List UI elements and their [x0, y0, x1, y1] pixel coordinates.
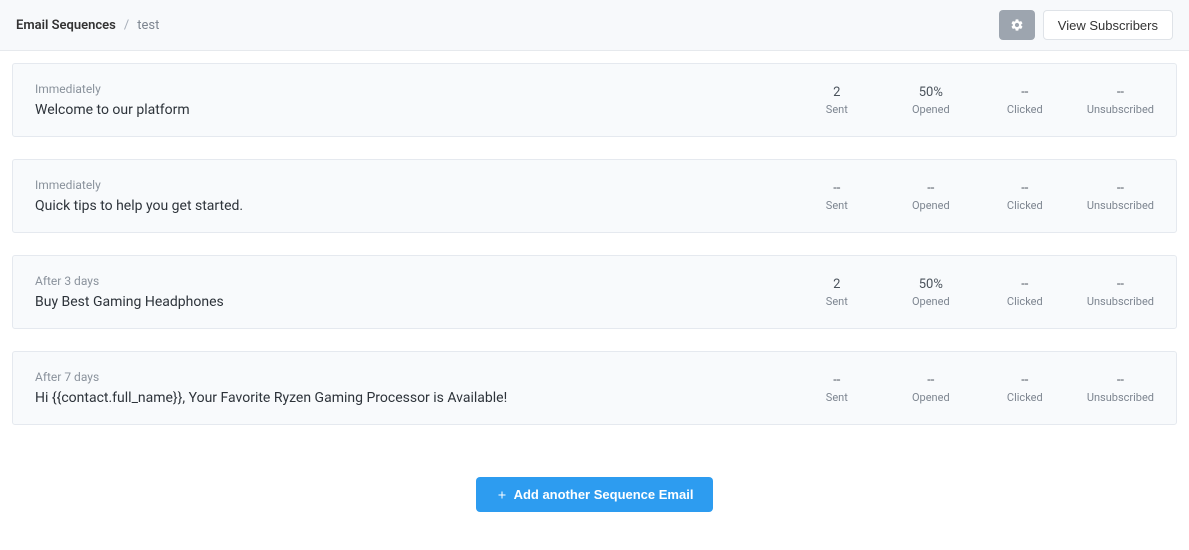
stat-clicked: -- Clicked [993, 85, 1057, 116]
stat-unsubscribed: -- Unsubscribed [1087, 85, 1154, 116]
stat-value: 2 [805, 85, 869, 100]
stat-label: Unsubscribed [1087, 295, 1154, 308]
stat-value: -- [993, 181, 1057, 196]
stat-label: Sent [805, 103, 869, 116]
stat-value: -- [993, 277, 1057, 292]
email-timing: Immediately [35, 82, 805, 96]
sequence-email-card[interactable]: Immediately Welcome to our platform 2 Se… [12, 63, 1177, 137]
header-actions: View Subscribers [999, 10, 1173, 40]
stat-value: -- [993, 85, 1057, 100]
stat-opened: -- Opened [899, 373, 963, 404]
stat-label: Unsubscribed [1087, 199, 1154, 212]
stat-value: -- [1087, 85, 1154, 100]
card-info: Immediately Quick tips to help you get s… [35, 178, 805, 214]
breadcrumb: Email Sequences / test [16, 18, 159, 33]
stat-label: Sent [805, 295, 869, 308]
plus-icon [496, 489, 508, 501]
stat-unsubscribed: -- Unsubscribed [1087, 181, 1154, 212]
email-timing: Immediately [35, 178, 805, 192]
stat-label: Unsubscribed [1087, 391, 1154, 404]
stat-value: 50% [899, 277, 963, 292]
stat-label: Opened [899, 103, 963, 116]
email-timing: After 7 days [35, 370, 805, 384]
settings-button[interactable] [999, 10, 1035, 40]
stat-sent: -- Sent [805, 373, 869, 404]
stat-opened: 50% Opened [899, 85, 963, 116]
stat-label: Opened [899, 295, 963, 308]
stat-clicked: -- Clicked [993, 373, 1057, 404]
stat-value: -- [1087, 181, 1154, 196]
card-info: After 7 days Hi {{contact.full_name}}, Y… [35, 370, 805, 406]
stat-label: Clicked [993, 391, 1057, 404]
card-stats: -- Sent -- Opened -- Clicked -- Unsubscr… [805, 373, 1154, 404]
breadcrumb-separator: / [124, 18, 129, 33]
breadcrumb-root[interactable]: Email Sequences [16, 18, 116, 33]
view-subscribers-button[interactable]: View Subscribers [1043, 10, 1173, 40]
add-sequence-email-button[interactable]: Add another Sequence Email [476, 477, 714, 512]
card-stats: 2 Sent 50% Opened -- Clicked -- Unsubscr… [805, 85, 1154, 116]
stat-label: Clicked [993, 199, 1057, 212]
stat-unsubscribed: -- Unsubscribed [1087, 373, 1154, 404]
stat-label: Opened [899, 199, 963, 212]
stat-label: Opened [899, 391, 963, 404]
stat-clicked: -- Clicked [993, 277, 1057, 308]
stat-unsubscribed: -- Unsubscribed [1087, 277, 1154, 308]
stat-value: -- [899, 181, 963, 196]
stat-label: Clicked [993, 103, 1057, 116]
card-stats: 2 Sent 50% Opened -- Clicked -- Unsubscr… [805, 277, 1154, 308]
breadcrumb-current: test [137, 18, 159, 33]
email-subject: Buy Best Gaming Headphones [35, 294, 805, 310]
content-area: Immediately Welcome to our platform 2 Se… [0, 51, 1189, 544]
stat-sent: -- Sent [805, 181, 869, 212]
stat-label: Sent [805, 391, 869, 404]
footer-actions: Add another Sequence Email [12, 447, 1177, 532]
stat-clicked: -- Clicked [993, 181, 1057, 212]
stat-label: Clicked [993, 295, 1057, 308]
email-subject: Welcome to our platform [35, 102, 805, 118]
stat-label: Unsubscribed [1087, 103, 1154, 116]
stat-sent: 2 Sent [805, 85, 869, 116]
card-stats: -- Sent -- Opened -- Clicked -- Unsubscr… [805, 181, 1154, 212]
email-timing: After 3 days [35, 274, 805, 288]
sequence-email-card[interactable]: Immediately Quick tips to help you get s… [12, 159, 1177, 233]
stat-value: -- [899, 373, 963, 388]
email-subject: Hi {{contact.full_name}}, Your Favorite … [35, 390, 805, 406]
stat-opened: -- Opened [899, 181, 963, 212]
stat-value: -- [993, 373, 1057, 388]
stat-value: -- [805, 373, 869, 388]
stat-value: -- [1087, 373, 1154, 388]
page-header: Email Sequences / test View Subscribers [0, 0, 1189, 51]
stat-label: Sent [805, 199, 869, 212]
stat-sent: 2 Sent [805, 277, 869, 308]
stat-value: 50% [899, 85, 963, 100]
add-button-label: Add another Sequence Email [514, 487, 694, 502]
email-subject: Quick tips to help you get started. [35, 198, 805, 214]
gear-icon [1010, 18, 1024, 32]
card-info: Immediately Welcome to our platform [35, 82, 805, 118]
stat-value: -- [1087, 277, 1154, 292]
stat-value: 2 [805, 277, 869, 292]
sequence-email-card[interactable]: After 7 days Hi {{contact.full_name}}, Y… [12, 351, 1177, 425]
card-info: After 3 days Buy Best Gaming Headphones [35, 274, 805, 310]
stat-opened: 50% Opened [899, 277, 963, 308]
stat-value: -- [805, 181, 869, 196]
sequence-email-card[interactable]: After 3 days Buy Best Gaming Headphones … [12, 255, 1177, 329]
